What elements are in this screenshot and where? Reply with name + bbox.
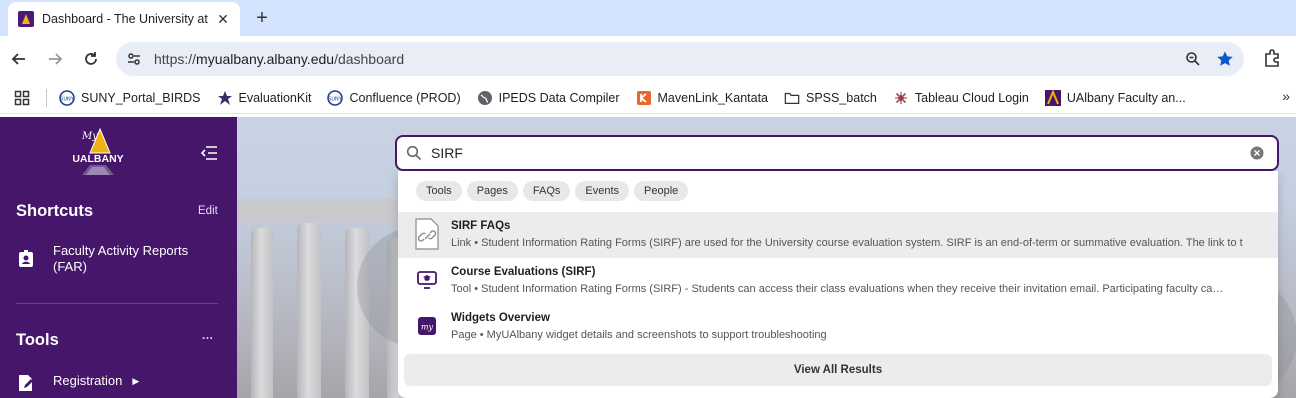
- bookmark-tableau-cloud[interactable]: Tableau Cloud Login: [893, 90, 1029, 106]
- result-title: Course Evaluations (SIRF): [451, 266, 596, 278]
- reload-icon[interactable]: [78, 46, 104, 72]
- search-icon: [405, 144, 423, 162]
- apps-grid-icon[interactable]: [12, 88, 32, 108]
- id-badge-icon: [16, 249, 36, 269]
- shortcut-label: Faculty Activity Reports (FAR): [53, 243, 189, 274]
- tab-title: Dashboard - The University at Albany: [42, 12, 208, 26]
- chip-people[interactable]: People: [634, 181, 689, 201]
- svg-text:SUNY: SUNY: [329, 96, 344, 102]
- bookmark-ualbany-faculty[interactable]: UAlbany Faculty an...: [1044, 89, 1186, 106]
- collapse-sidebar-icon[interactable]: [198, 143, 220, 163]
- chip-faqs[interactable]: FAQs: [522, 181, 571, 201]
- ualbany-icon: [1044, 89, 1061, 106]
- monitor-graduation-icon: [414, 263, 440, 297]
- search-input[interactable]: [431, 145, 1249, 161]
- ualbany-favicon-icon: [18, 11, 34, 27]
- folder-icon: [784, 90, 800, 106]
- bookmarks-separator: [46, 88, 47, 107]
- chevron-double-right-icon[interactable]: »: [1282, 88, 1290, 104]
- svg-text:my: my: [421, 323, 434, 332]
- hero-column: [251, 228, 273, 398]
- myualbany-logo[interactable]: My UALBANY: [70, 127, 126, 177]
- tools-title: Tools: [16, 331, 59, 349]
- bookmark-mavenlink-kantata[interactable]: MavenLink_Kantata: [636, 90, 768, 106]
- new-tab-button[interactable]: +: [250, 6, 274, 30]
- tool-label: Registration: [53, 373, 123, 388]
- edit-document-icon: [16, 373, 36, 393]
- evaluationkit-icon: [217, 90, 233, 106]
- svg-text:UALBANY: UALBANY: [72, 153, 123, 165]
- tab-strip: Dashboard - The University at Albany ✕ +: [0, 0, 1296, 36]
- result-description: Tool • Student Information Rating Forms …: [451, 283, 1224, 295]
- dashboard-page: My UALBANY Shortcuts Edit Faculty Activi…: [0, 117, 1296, 398]
- chip-tools[interactable]: Tools: [416, 181, 462, 201]
- kantata-icon: [636, 90, 652, 106]
- close-icon[interactable]: ✕: [214, 10, 232, 28]
- clear-search-icon[interactable]: [1249, 145, 1265, 161]
- global-search: [395, 135, 1279, 171]
- bookmark-confluence[interactable]: SUNY Confluence (PROD): [327, 89, 461, 106]
- svg-text:SUNY: SUNY: [60, 96, 75, 102]
- hero-beam: [237, 199, 417, 221]
- search-result[interactable]: Course Evaluations (SIRF) Tool • Student…: [398, 258, 1278, 304]
- shortcut-far[interactable]: Faculty Activity Reports (FAR): [16, 243, 216, 275]
- browser-toolbar: https://myualbany.albany.edu/dashboard: [0, 36, 1296, 82]
- filter-chips: Tools Pages FAQs Events People: [416, 181, 693, 201]
- result-title: SIRF FAQs: [451, 220, 511, 232]
- bookmark-ipeds[interactable]: IPEDS Data Compiler: [477, 90, 620, 106]
- suny-icon: SUNY: [327, 89, 344, 106]
- hero-column: [297, 223, 321, 398]
- zoom-icon[interactable]: [1180, 46, 1206, 72]
- bookmark-star-icon[interactable]: [1212, 46, 1238, 72]
- chip-events[interactable]: Events: [575, 181, 630, 201]
- url-text: https://myualbany.albany.edu/dashboard: [154, 51, 405, 67]
- search-result[interactable]: SIRF FAQs Link • Student Information Rat…: [398, 212, 1278, 258]
- chip-pages[interactable]: Pages: [466, 181, 518, 201]
- tool-registration[interactable]: Registration ▶: [16, 373, 139, 393]
- forward-arrow-icon[interactable]: [42, 46, 68, 72]
- shortcuts-title: Shortcuts: [16, 202, 94, 220]
- result-description: Page • MyUAlbany widget details and scre…: [451, 329, 827, 341]
- address-bar[interactable]: https://myualbany.albany.edu/dashboard: [116, 42, 1244, 76]
- suny-icon: SUNY: [59, 89, 75, 106]
- tools-more-button[interactable]: ···: [202, 333, 214, 345]
- site-settings-icon[interactable]: [122, 47, 146, 71]
- chevron-right-icon: ▶: [132, 376, 140, 386]
- extensions-icon[interactable]: [1260, 46, 1284, 70]
- my-page-icon: my: [414, 309, 440, 343]
- document-link-icon: [414, 217, 440, 251]
- shortcuts-edit-button[interactable]: Edit: [198, 205, 218, 217]
- sidebar: My UALBANY Shortcuts Edit Faculty Activi…: [0, 117, 237, 398]
- tableau-icon: [893, 90, 909, 106]
- bookmark-evaluationkit[interactable]: EvaluationKit: [217, 90, 311, 106]
- view-all-results-button[interactable]: View All Results: [404, 354, 1272, 386]
- result-title: Widgets Overview: [451, 312, 550, 324]
- sidebar-divider: [16, 303, 218, 304]
- search-results-dropdown: Tools Pages FAQs Events People SIRF FAQs…: [398, 171, 1278, 398]
- result-description: Link • Student Information Rating Forms …: [451, 237, 1243, 249]
- bookmark-spss-batch[interactable]: SPSS_batch: [784, 90, 877, 106]
- bookmark-suny-portal-birds[interactable]: SUNY SUNY_Portal_BIRDS: [59, 89, 201, 106]
- browser-tab[interactable]: Dashboard - The University at Albany ✕: [8, 2, 240, 36]
- globe-icon: [477, 90, 493, 106]
- back-arrow-icon[interactable]: [6, 46, 32, 72]
- search-result[interactable]: my Widgets Overview Page • MyUAlbany wid…: [398, 304, 1278, 350]
- bookmarks-bar: SUNY SUNY_Portal_BIRDS EvaluationKit SUN…: [0, 82, 1296, 114]
